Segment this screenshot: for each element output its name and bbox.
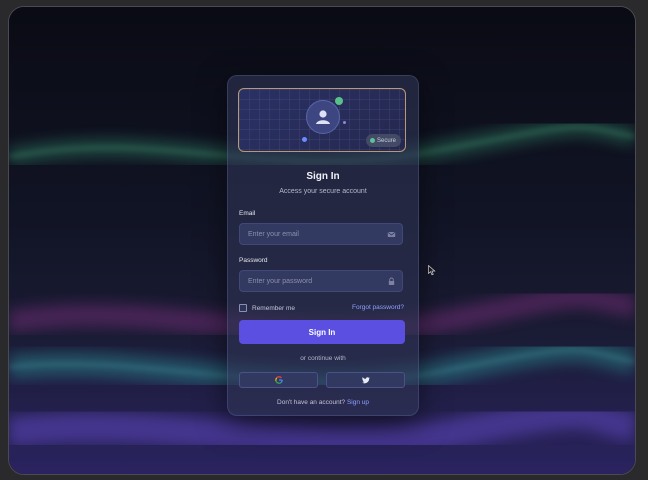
email-placeholder: Enter your email <box>248 231 299 238</box>
google-login-button[interactable] <box>239 372 318 388</box>
remember-me-checkbox[interactable] <box>239 304 247 312</box>
sign-up-link[interactable]: Sign up <box>347 399 369 406</box>
secure-badge-label: Secure <box>376 137 396 144</box>
user-icon <box>316 110 330 124</box>
app-window: Secure Sign In Access your secure accoun… <box>8 6 636 475</box>
green-dot <box>335 97 343 105</box>
email-field[interactable]: Enter your email <box>239 223 403 245</box>
remember-me[interactable]: Remember me <box>239 304 295 312</box>
google-icon <box>274 376 283 384</box>
sign-in-card: Secure Sign In Access your secure accoun… <box>227 75 419 416</box>
secure-badge: Secure <box>365 134 401 147</box>
password-placeholder: Enter your password <box>248 278 313 285</box>
page-title: Sign In <box>306 171 340 182</box>
mail-icon <box>387 231 396 237</box>
password-field[interactable]: Enter your password <box>239 270 403 292</box>
sign-in-button[interactable]: Sign In <box>239 320 405 344</box>
twitter-icon <box>361 376 370 383</box>
card-hero-illustration: Secure <box>238 88 406 152</box>
email-label: Email <box>239 210 256 217</box>
mouse-cursor-icon <box>428 265 436 276</box>
blue-dot <box>302 137 307 142</box>
lock-icon <box>388 277 395 285</box>
signup-prompt-text: Don't have an account? <box>277 399 346 406</box>
small-purple-dot <box>343 121 346 124</box>
continue-divider-text: or continue with <box>300 355 346 362</box>
forgot-password-link[interactable]: Forgot password? <box>352 304 404 311</box>
remember-me-label: Remember me <box>252 304 295 312</box>
signup-prompt: Don't have an account? Sign up <box>228 399 418 406</box>
page-subtitle: Access your secure account <box>279 188 367 195</box>
shield-icon <box>369 138 375 143</box>
avatar <box>306 100 340 134</box>
password-label: Password <box>239 257 268 264</box>
twitter-login-button[interactable] <box>326 372 405 388</box>
